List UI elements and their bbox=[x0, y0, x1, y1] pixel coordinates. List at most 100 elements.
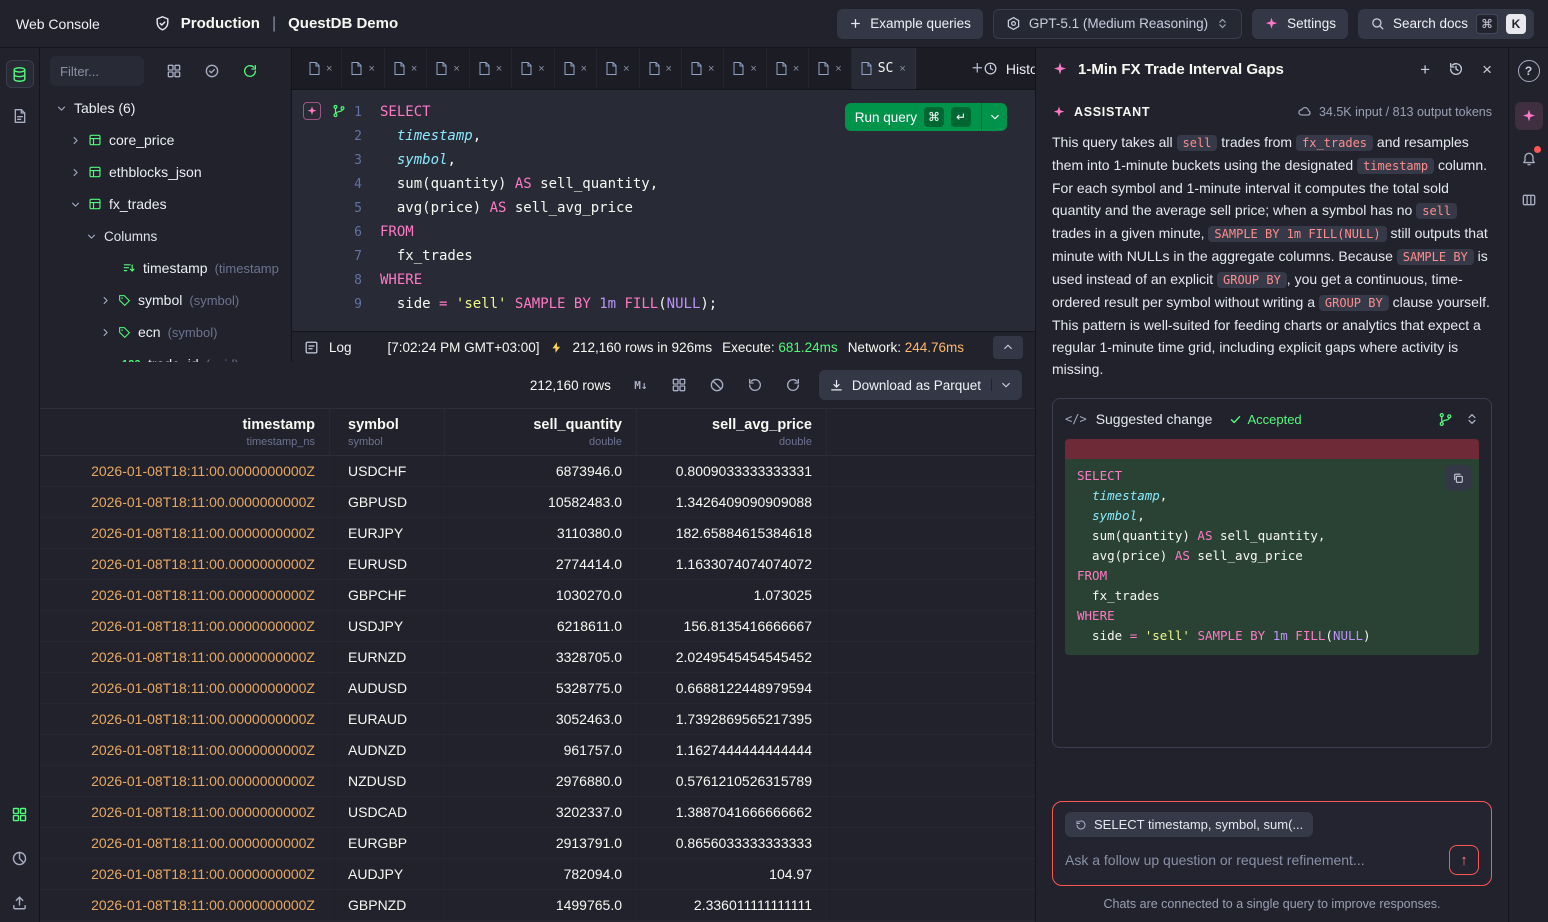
close-tab-icon[interactable]: × bbox=[326, 63, 332, 75]
editor-tab-active[interactable]: SC× bbox=[852, 48, 916, 89]
table-row[interactable]: 2026-01-08T18:11:00.0000000000ZAUDNZD961… bbox=[40, 735, 1035, 766]
markdown-export-icon[interactable]: M↓ bbox=[629, 373, 653, 397]
filter-tables-input[interactable] bbox=[50, 56, 144, 86]
git-branch-icon[interactable] bbox=[332, 104, 346, 118]
unfold-icon[interactable] bbox=[1465, 412, 1479, 426]
table-item-fx-trades[interactable]: fx_trades bbox=[48, 188, 283, 220]
import-button[interactable] bbox=[6, 888, 34, 916]
editor-tab[interactable]: × bbox=[300, 48, 342, 89]
ai-sparkle-icon[interactable] bbox=[303, 102, 321, 120]
check-circle-icon[interactable] bbox=[204, 63, 220, 79]
chat-history-button[interactable] bbox=[1448, 61, 1464, 77]
run-options-button[interactable] bbox=[981, 103, 1007, 131]
chart-view-button[interactable] bbox=[6, 844, 34, 872]
chart-disabled-icon[interactable] bbox=[705, 373, 729, 397]
query-log-button[interactable] bbox=[6, 102, 34, 130]
close-panel-button[interactable]: × bbox=[1482, 61, 1492, 78]
close-tab-icon[interactable]: × bbox=[453, 63, 459, 75]
editor-tab[interactable]: × bbox=[385, 48, 427, 89]
model-selector[interactable]: GPT-5.1 (Medium Reasoning) bbox=[993, 9, 1242, 39]
cell-timestamp: 2026-01-08T18:11:00.0000000000Z bbox=[40, 673, 330, 703]
refresh-results-icon[interactable] bbox=[781, 373, 805, 397]
followup-input[interactable] bbox=[1065, 852, 1441, 868]
layout-columns-button[interactable] bbox=[1515, 186, 1543, 214]
model-name: GPT-5.1 (Medium Reasoning) bbox=[1029, 16, 1208, 31]
column-item-trade-id[interactable]: 123 trade_id (uuid) bbox=[48, 348, 283, 362]
settings-button[interactable]: Settings bbox=[1252, 9, 1348, 39]
table-row[interactable]: 2026-01-08T18:11:00.0000000000ZEURNZD332… bbox=[40, 642, 1035, 673]
table-row[interactable]: 2026-01-08T18:11:00.0000000000ZAUDUSD532… bbox=[40, 673, 1035, 704]
table-row[interactable]: 2026-01-08T18:11:00.0000000000ZEURGBP291… bbox=[40, 828, 1035, 859]
close-tab-icon[interactable]: × bbox=[793, 63, 799, 75]
close-tab-icon[interactable]: × bbox=[750, 63, 756, 75]
search-docs-button[interactable]: Search docs ⌘ K bbox=[1358, 9, 1534, 39]
table-item-ethblocks-json[interactable]: ethblocks_json bbox=[48, 156, 283, 188]
send-button[interactable]: ↑ bbox=[1449, 845, 1479, 875]
columns-section-toggle[interactable]: Columns bbox=[48, 220, 283, 252]
column-item-ecn[interactable]: ecn (symbol) bbox=[48, 316, 283, 348]
table-item-core-price[interactable]: core_price bbox=[48, 124, 283, 156]
close-tab-icon[interactable]: × bbox=[496, 63, 502, 75]
collapse-log-button[interactable] bbox=[993, 336, 1023, 359]
table-row[interactable]: 2026-01-08T18:11:00.0000000000ZUSDJPY621… bbox=[40, 611, 1035, 642]
table-row[interactable]: 2026-01-08T18:11:00.0000000000ZEURJPY311… bbox=[40, 518, 1035, 549]
editor-tab[interactable]: × bbox=[597, 48, 639, 89]
table-row[interactable]: 2026-01-08T18:11:00.0000000000ZAUDJPY782… bbox=[40, 859, 1035, 890]
table-row[interactable]: 2026-01-08T18:11:00.0000000000ZGBPUSD105… bbox=[40, 487, 1035, 518]
table-row[interactable]: 2026-01-08T18:11:00.0000000000ZUSDCHF687… bbox=[40, 456, 1035, 487]
table-row[interactable]: 2026-01-08T18:11:00.0000000000ZEURUSD277… bbox=[40, 549, 1035, 580]
editor-tab[interactable]: × bbox=[809, 48, 851, 89]
close-tab-icon[interactable]: × bbox=[411, 63, 417, 75]
editor-tab[interactable]: × bbox=[724, 48, 766, 89]
column-header-symbol[interactable]: symbolsymbol bbox=[330, 409, 445, 455]
notifications-button[interactable] bbox=[1515, 144, 1543, 172]
git-branch-icon[interactable] bbox=[1438, 412, 1453, 427]
editor-tab[interactable]: × bbox=[342, 48, 384, 89]
example-queries-button[interactable]: Example queries bbox=[837, 9, 983, 39]
query-context-chip[interactable]: SELECT timestamp, symbol, sum(... bbox=[1065, 812, 1313, 837]
grid-rows[interactable]: 2026-01-08T18:11:00.0000000000ZUSDCHF687… bbox=[40, 456, 1035, 922]
editor-tab[interactable]: × bbox=[682, 48, 724, 89]
editor-tab[interactable]: × bbox=[470, 48, 512, 89]
editor-tab[interactable]: × bbox=[427, 48, 469, 89]
table-row[interactable]: 2026-01-08T18:11:00.0000000000ZGBPCHF103… bbox=[40, 580, 1035, 611]
close-tab-icon[interactable]: × bbox=[368, 63, 374, 75]
close-tab-icon[interactable]: × bbox=[623, 63, 629, 75]
close-tab-icon[interactable]: × bbox=[708, 63, 714, 75]
close-tab-icon[interactable]: × bbox=[666, 63, 672, 75]
column-item-symbol[interactable]: symbol (symbol) bbox=[48, 284, 283, 316]
editor-tab[interactable]: × bbox=[512, 48, 554, 89]
sql-editor[interactable]: 1SELECT2 timestamp,3 symbol,4 sum(quanti… bbox=[292, 90, 1035, 331]
grid-toggle-icon[interactable] bbox=[667, 373, 691, 397]
copy-code-button[interactable] bbox=[1445, 465, 1471, 491]
new-tab-button[interactable]: + bbox=[972, 59, 983, 78]
table-row[interactable]: 2026-01-08T18:11:00.0000000000ZEURAUD305… bbox=[40, 704, 1035, 735]
editor-tab[interactable]: × bbox=[640, 48, 682, 89]
editor-tab[interactable]: × bbox=[767, 48, 809, 89]
help-button[interactable]: ? bbox=[1518, 60, 1540, 82]
new-chat-button[interactable]: + bbox=[1420, 61, 1430, 78]
close-tab-icon[interactable]: × bbox=[538, 63, 544, 75]
column-item-timestamp[interactable]: timestamp (timestamp bbox=[48, 252, 283, 284]
column-header-sell_quantity[interactable]: sell_quantitydouble bbox=[445, 409, 637, 455]
column-header-sell_avg_price[interactable]: sell_avg_pricedouble bbox=[637, 409, 827, 455]
questdb-logo-button[interactable] bbox=[6, 60, 34, 88]
query-history-icon[interactable] bbox=[743, 373, 767, 397]
close-tab-icon[interactable]: × bbox=[899, 63, 905, 75]
assistant-toggle-button[interactable] bbox=[1515, 102, 1543, 130]
download-options-icon[interactable] bbox=[991, 379, 1012, 391]
tables-section-toggle[interactable]: Tables (6) bbox=[48, 92, 283, 124]
table-row[interactable]: 2026-01-08T18:11:00.0000000000ZGBPNZD149… bbox=[40, 890, 1035, 921]
editor-tab[interactable]: × bbox=[555, 48, 597, 89]
grid-view-button[interactable] bbox=[6, 800, 34, 828]
table-row[interactable]: 2026-01-08T18:11:00.0000000000ZUSDCAD320… bbox=[40, 797, 1035, 828]
close-tab-icon[interactable]: × bbox=[835, 63, 841, 75]
run-query-button[interactable]: Run query ⌘ ↵ bbox=[845, 103, 981, 131]
materialized-views-icon[interactable] bbox=[166, 63, 182, 79]
table-row[interactable]: 2026-01-08T18:11:00.0000000000ZNZDUSD297… bbox=[40, 766, 1035, 797]
download-parquet-button[interactable]: Download as Parquet bbox=[819, 370, 1022, 400]
assistant-body: ASSISTANT 34.5K input / 813 output token… bbox=[1036, 90, 1508, 791]
column-header-timestamp[interactable]: timestamptimestamp_ns bbox=[40, 409, 330, 455]
close-tab-icon[interactable]: × bbox=[581, 63, 587, 75]
refresh-tables-icon[interactable] bbox=[242, 63, 258, 79]
